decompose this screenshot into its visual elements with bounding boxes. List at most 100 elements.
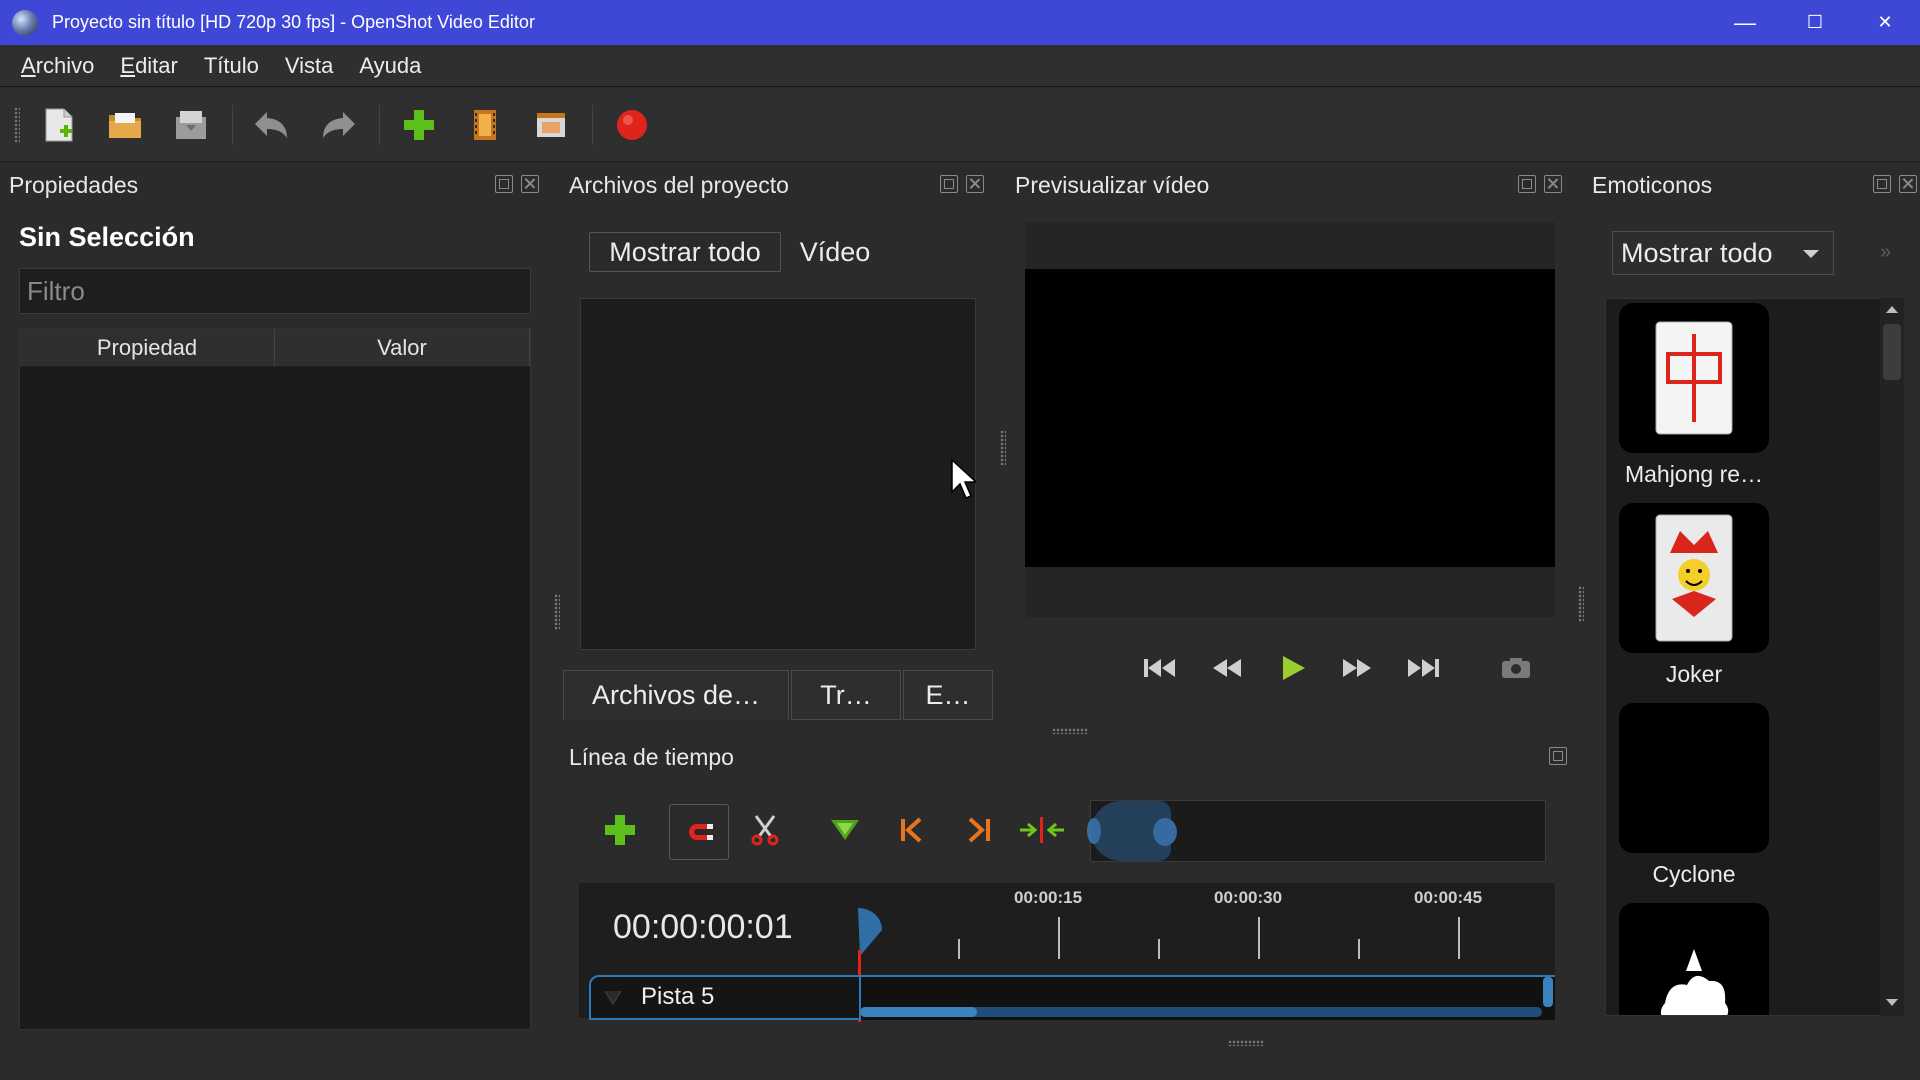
dropdown-arrow-icon bbox=[1803, 250, 1819, 258]
float-panel-icon[interactable] bbox=[495, 175, 513, 193]
float-panel-icon[interactable] bbox=[1549, 747, 1567, 765]
menu-vista[interactable]: Vista bbox=[272, 53, 347, 79]
emoji-vertical-scrollbar[interactable] bbox=[1880, 298, 1904, 1016]
fast-forward-icon[interactable] bbox=[1337, 648, 1377, 688]
import-files-icon[interactable] bbox=[394, 100, 444, 150]
track-name: Pista 5 bbox=[641, 983, 715, 1010]
snow-mountain-icon bbox=[1619, 903, 1769, 1015]
camera-snapshot-icon[interactable] bbox=[1496, 648, 1536, 688]
tab-transitions[interactable]: Tr… bbox=[791, 670, 901, 720]
timeline-horizontal-scrollbar[interactable] bbox=[860, 1007, 1542, 1017]
scrollbar-thumb[interactable] bbox=[860, 1007, 977, 1017]
emoji-item-joker[interactable]: Joker bbox=[1619, 503, 1769, 688]
filter-show-all-button[interactable]: Mostrar todo bbox=[589, 232, 781, 272]
tab-project-files[interactable]: Archivos de… bbox=[563, 670, 789, 720]
add-track-icon[interactable] bbox=[595, 805, 645, 855]
video-preview-canvas[interactable] bbox=[1025, 269, 1555, 567]
ruler-tick bbox=[1258, 917, 1260, 959]
previous-marker-icon[interactable] bbox=[887, 805, 937, 855]
toolbar-grip[interactable] bbox=[14, 106, 20, 143]
play-icon[interactable] bbox=[1274, 648, 1314, 688]
center-timeline-icon[interactable] bbox=[1017, 805, 1067, 855]
filter-video-button[interactable]: Vídeo bbox=[795, 232, 875, 272]
menu-ayuda[interactable]: Ayuda bbox=[346, 53, 434, 79]
snap-toggle-button[interactable] bbox=[669, 804, 729, 860]
toolbar-separator bbox=[592, 104, 593, 145]
column-property[interactable]: Propiedad bbox=[20, 329, 275, 366]
properties-table-header: Propiedad Valor bbox=[20, 329, 530, 367]
ruler-label: 00:00:15 bbox=[1014, 888, 1083, 907]
jump-to-start-icon[interactable] bbox=[1140, 648, 1180, 688]
track-end-handle[interactable] bbox=[1543, 977, 1553, 1007]
emoji-filter-value: Mostrar todo bbox=[1621, 237, 1773, 268]
float-panel-icon[interactable] bbox=[940, 175, 958, 193]
close-panel-icon[interactable] bbox=[966, 175, 984, 193]
splitter-handle[interactable] bbox=[1000, 430, 1006, 466]
add-marker-icon[interactable] bbox=[820, 805, 870, 855]
undo-icon[interactable] bbox=[247, 100, 297, 150]
choose-profile-icon[interactable] bbox=[460, 100, 510, 150]
tab-effects[interactable]: E… bbox=[903, 670, 993, 720]
scrollbar-thumb[interactable] bbox=[1883, 324, 1901, 380]
float-panel-icon[interactable] bbox=[1518, 175, 1536, 193]
close-panel-icon[interactable] bbox=[1544, 175, 1562, 193]
preview-panel-title: Previsualizar vídeo bbox=[1015, 172, 1210, 198]
splitter-handle[interactable] bbox=[1578, 586, 1584, 622]
close-button[interactable]: ✕ bbox=[1850, 0, 1920, 45]
save-project-icon[interactable] bbox=[166, 100, 216, 150]
properties-filter-input[interactable] bbox=[19, 268, 531, 314]
main-toolbar bbox=[0, 88, 1920, 162]
close-panel-icon[interactable] bbox=[521, 175, 539, 193]
minimize-button[interactable]: — bbox=[1710, 0, 1780, 45]
track-header[interactable]: Pista 5 bbox=[589, 975, 861, 1020]
menu-editar[interactable]: Editar bbox=[107, 53, 190, 79]
mahjong-tile-icon bbox=[1619, 303, 1769, 453]
menu-titulo[interactable]: Título bbox=[191, 53, 272, 79]
emoji-filter-dropdown[interactable]: Mostrar todo bbox=[1612, 231, 1834, 275]
toolbar-separator bbox=[379, 104, 380, 145]
zoom-range-handle[interactable] bbox=[1087, 801, 1177, 861]
scroll-down-arrow-icon[interactable] bbox=[1885, 998, 1899, 1008]
cyclone-icon bbox=[1619, 703, 1769, 853]
properties-table[interactable]: Propiedad Valor bbox=[19, 328, 531, 1030]
scroll-up-arrow-icon[interactable] bbox=[1885, 304, 1899, 314]
menu-archivo[interactable]: Archivo bbox=[8, 53, 107, 79]
column-value[interactable]: Valor bbox=[275, 329, 530, 366]
ruler-label: 00:00:30 bbox=[1214, 888, 1283, 907]
fullscreen-icon[interactable] bbox=[526, 100, 576, 150]
close-panel-icon[interactable] bbox=[1899, 175, 1917, 193]
splitter-handle[interactable] bbox=[554, 594, 560, 630]
toolbar-separator bbox=[232, 104, 233, 145]
ruler-tick bbox=[1058, 917, 1060, 959]
splitter-handle[interactable] bbox=[1228, 1040, 1264, 1046]
emoji-item-mountain[interactable] bbox=[1619, 903, 1769, 1015]
track-menu-chevron-icon[interactable] bbox=[603, 989, 623, 1007]
ruler-tick bbox=[1358, 939, 1360, 959]
emoji-item-cyclone[interactable]: Cyclone bbox=[1619, 703, 1769, 888]
new-project-icon[interactable] bbox=[34, 100, 84, 150]
timeline-zoom-slider[interactable] bbox=[1087, 800, 1546, 862]
jump-to-end-icon[interactable] bbox=[1403, 648, 1443, 688]
redo-icon[interactable] bbox=[313, 100, 363, 150]
more-options-chevron-icon[interactable]: » bbox=[1880, 241, 1891, 264]
emoji-label: Cyclone bbox=[1652, 861, 1736, 887]
current-timecode: 00:00:00:01 bbox=[613, 908, 793, 946]
splitter-handle[interactable] bbox=[1052, 728, 1088, 734]
export-video-icon[interactable] bbox=[607, 100, 657, 150]
next-marker-icon[interactable] bbox=[954, 805, 1004, 855]
rewind-icon[interactable] bbox=[1207, 648, 1247, 688]
razor-scissors-icon[interactable] bbox=[740, 805, 790, 855]
maximize-button[interactable]: ☐ bbox=[1780, 0, 1850, 45]
ruler-label: 00:00:45 bbox=[1414, 888, 1483, 907]
joker-card-icon bbox=[1619, 503, 1769, 653]
project-files-list[interactable] bbox=[580, 298, 976, 650]
ruler-tick bbox=[1158, 939, 1160, 959]
properties-panel-title: Propiedades bbox=[9, 172, 139, 198]
window-title: Proyecto sin título [HD 720p 30 fps] - O… bbox=[52, 12, 535, 32]
emoji-list[interactable]: Mahjong re… Joker Cyclone bbox=[1605, 298, 1881, 1016]
open-project-icon[interactable] bbox=[100, 100, 150, 150]
float-panel-icon[interactable] bbox=[1873, 175, 1891, 193]
ruler-tick bbox=[958, 939, 960, 959]
emoji-item-mahjong[interactable]: Mahjong re… bbox=[1619, 303, 1769, 488]
emoji-label: Mahjong re… bbox=[1624, 461, 1764, 487]
